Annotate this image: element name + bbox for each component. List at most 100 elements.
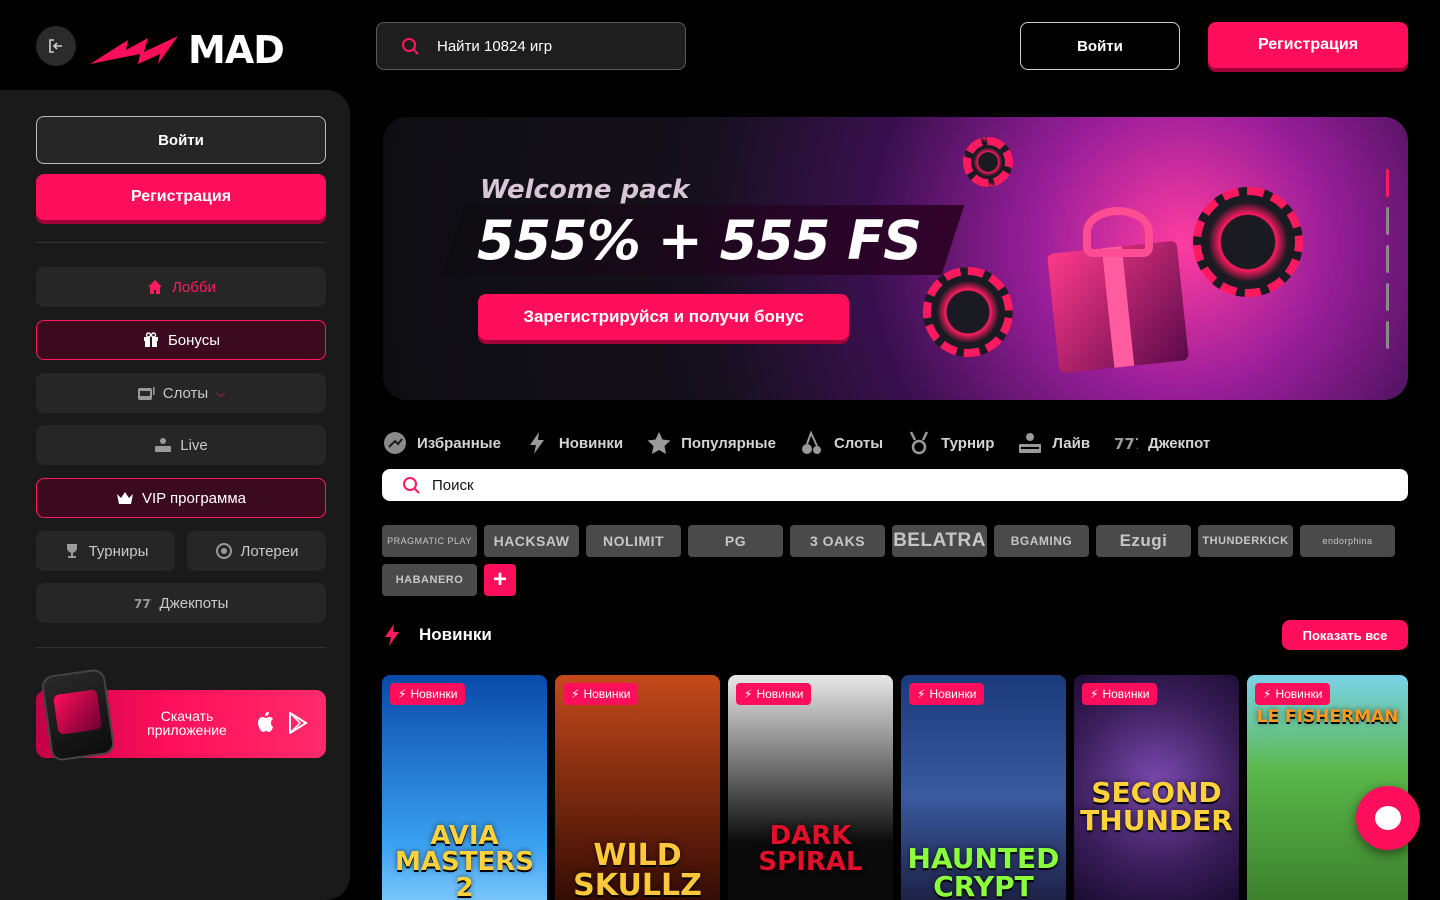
slider-dot[interactable] <box>1386 321 1389 349</box>
tab-label: Джекпот <box>1148 434 1211 452</box>
lightning-icon: ⚡ <box>1090 687 1099 701</box>
more-providers-button[interactable]: + <box>484 564 516 596</box>
lightning-icon: ⚡ <box>398 687 407 701</box>
sidebar-item-label: Бонусы <box>167 331 221 349</box>
game-card[interactable]: ⚡ Новинки HAUNTED CRYPT <box>901 675 1066 900</box>
download-app-text: Скачать приложение <box>147 708 227 738</box>
gift-box-image <box>1023 187 1203 374</box>
provider-ezugi[interactable]: Ezugi <box>1096 525 1191 557</box>
jackpot-icon: 777 <box>1114 431 1138 455</box>
provider-pg[interactable]: PG <box>688 525 783 557</box>
tab-favorites[interactable]: Избранные <box>383 431 501 455</box>
phone-image <box>40 667 116 763</box>
tab-live[interactable]: Лайв <box>1018 431 1090 455</box>
sidebar-login-button[interactable]: Войти <box>36 116 326 164</box>
sidebar-item-lobby[interactable]: Лобби <box>36 267 326 307</box>
collapse-icon <box>49 39 62 53</box>
sidebar-item-vip[interactable]: VIP программа <box>36 478 326 518</box>
lightning-icon: ⚡ <box>744 687 753 701</box>
sidebar-item-label: Слоты <box>162 384 209 402</box>
download-app-banner[interactable]: Скачать приложение <box>36 667 326 763</box>
badge-label: Новинки <box>410 687 458 701</box>
tab-tournament[interactable]: Турнир <box>907 431 994 455</box>
collapse-sidebar-button[interactable] <box>36 26 76 66</box>
login-button[interactable]: Войти <box>1020 22 1180 70</box>
new-badge: ⚡ Новинки <box>563 683 639 705</box>
provider-hacksaw[interactable]: HACKSAW <box>484 525 579 557</box>
badge-label: Новинки <box>583 687 631 701</box>
badge-label: Новинки <box>929 687 977 701</box>
slider-dot[interactable] <box>1386 245 1389 273</box>
lottery-icon <box>215 542 233 560</box>
badge-label: Новинки <box>1102 687 1150 701</box>
cherry-icon <box>800 431 824 455</box>
tab-popular[interactable]: Популярные <box>647 431 776 455</box>
sidebar-item-lotteries[interactable]: Лотереи <box>187 531 326 571</box>
banner-cta-button[interactable]: Зарегистрируйся и получи бонус <box>478 294 849 340</box>
google-play-icon[interactable] <box>288 711 308 740</box>
category-tabs: Избранные Новинки Популярные Слоты Турни… <box>383 430 1210 456</box>
provider-belatra[interactable]: BELATRA <box>892 525 987 557</box>
tab-label: Слоты <box>833 434 884 452</box>
dealer-icon <box>1018 431 1042 455</box>
dealer-icon <box>154 436 172 454</box>
provider-endorphina[interactable]: endorphina <box>1300 525 1395 557</box>
logo[interactable]: MAD <box>88 28 285 72</box>
register-button[interactable]: Регистрация <box>1208 22 1408 68</box>
show-all-button[interactable]: Показать все <box>1282 620 1408 650</box>
sidebar-item-live[interactable]: Live <box>36 425 326 465</box>
search-input[interactable]: Найти 10824 игр <box>376 22 686 70</box>
casino-chip-image <box>923 267 1013 357</box>
slider-dot[interactable] <box>1386 169 1389 197</box>
search-placeholder: Поиск <box>432 476 474 494</box>
tab-jackpot[interactable]: 777 Джекпот <box>1114 431 1210 455</box>
trophy-icon <box>907 431 931 455</box>
tab-slots[interactable]: Слоты <box>800 431 883 455</box>
svg-text:777: 777 <box>134 597 152 611</box>
trophy-icon <box>63 542 81 560</box>
provider-bgaming[interactable]: BGAMING <box>994 525 1089 557</box>
slot-machine-icon <box>137 384 155 402</box>
crown-icon <box>116 489 134 507</box>
logo-text: MAD <box>188 28 285 72</box>
sidebar-item-label: Джекпоты <box>159 594 229 612</box>
game-search-input[interactable]: Поиск <box>382 469 1408 501</box>
chat-support-button[interactable] <box>1356 786 1420 850</box>
sidebar-item-jackpots[interactable]: 777 Джекпоты <box>36 583 326 623</box>
game-card[interactable]: ⚡ Новинки DARK SPIRAL <box>728 675 893 900</box>
banner-title: 555% + 555 FS <box>477 209 922 272</box>
provider-list: PRAGMATIC PLAY HACKSAW NOLIMIT PG 3 OAKS… <box>382 525 1412 596</box>
tab-new[interactable]: Новинки <box>525 431 623 455</box>
new-badge: ⚡ Новинки <box>1255 683 1331 705</box>
game-card[interactable]: ⚡ Новинки AVIA MASTERS 2 <box>382 675 547 900</box>
slider-indicators <box>1386 169 1389 349</box>
gift-bow <box>1083 207 1153 257</box>
sidebar-item-slots[interactable]: Слоты ⌵ <box>36 373 326 413</box>
slider-dot[interactable] <box>1386 207 1389 235</box>
divider <box>36 647 326 648</box>
provider-3oaks[interactable]: 3 OAKS <box>790 525 885 557</box>
favorites-icon <box>383 431 407 455</box>
game-cards: ⚡ Новинки AVIA MASTERS 2 ⚡ Новинки WILD SK… <box>382 675 1408 900</box>
promo-banner[interactable]: Welcome pack 555% + 555 FS Зарегистрируй… <box>383 117 1408 400</box>
badge-label: Новинки <box>756 687 804 701</box>
provider-pragmatic[interactable]: PRAGMATIC PLAY <box>382 525 477 557</box>
section-title: Новинки <box>419 625 492 644</box>
apple-icon[interactable] <box>256 712 276 740</box>
provider-thunderkick[interactable]: THUNDERKICK <box>1198 525 1293 557</box>
lightning-icon <box>384 624 400 652</box>
sidebar-item-bonuses[interactable]: Бонусы <box>36 320 326 360</box>
game-card[interactable]: ⚡ Новинки SECOND THUNDER <box>1074 675 1239 900</box>
slider-dot[interactable] <box>1386 283 1389 311</box>
sidebar-item-label: Лотереи <box>240 542 299 560</box>
provider-nolimit[interactable]: NOLIMIT <box>586 525 681 557</box>
sidebar-item-tournaments[interactable]: Турниры <box>36 531 175 571</box>
provider-habanero[interactable]: HABANERO <box>382 564 477 596</box>
sidebar-register-button[interactable]: Регистрация <box>36 174 326 220</box>
lightning-icon: ⚡ <box>1263 687 1272 701</box>
game-title: AVIA MASTERS 2 <box>395 821 534 900</box>
lightning-icon: ⚡ <box>571 687 580 701</box>
tab-label: Популярные <box>681 434 776 452</box>
tab-label: Турнир <box>941 434 995 452</box>
game-card[interactable]: ⚡ Новинки WILD SKULLZ <box>555 675 720 900</box>
